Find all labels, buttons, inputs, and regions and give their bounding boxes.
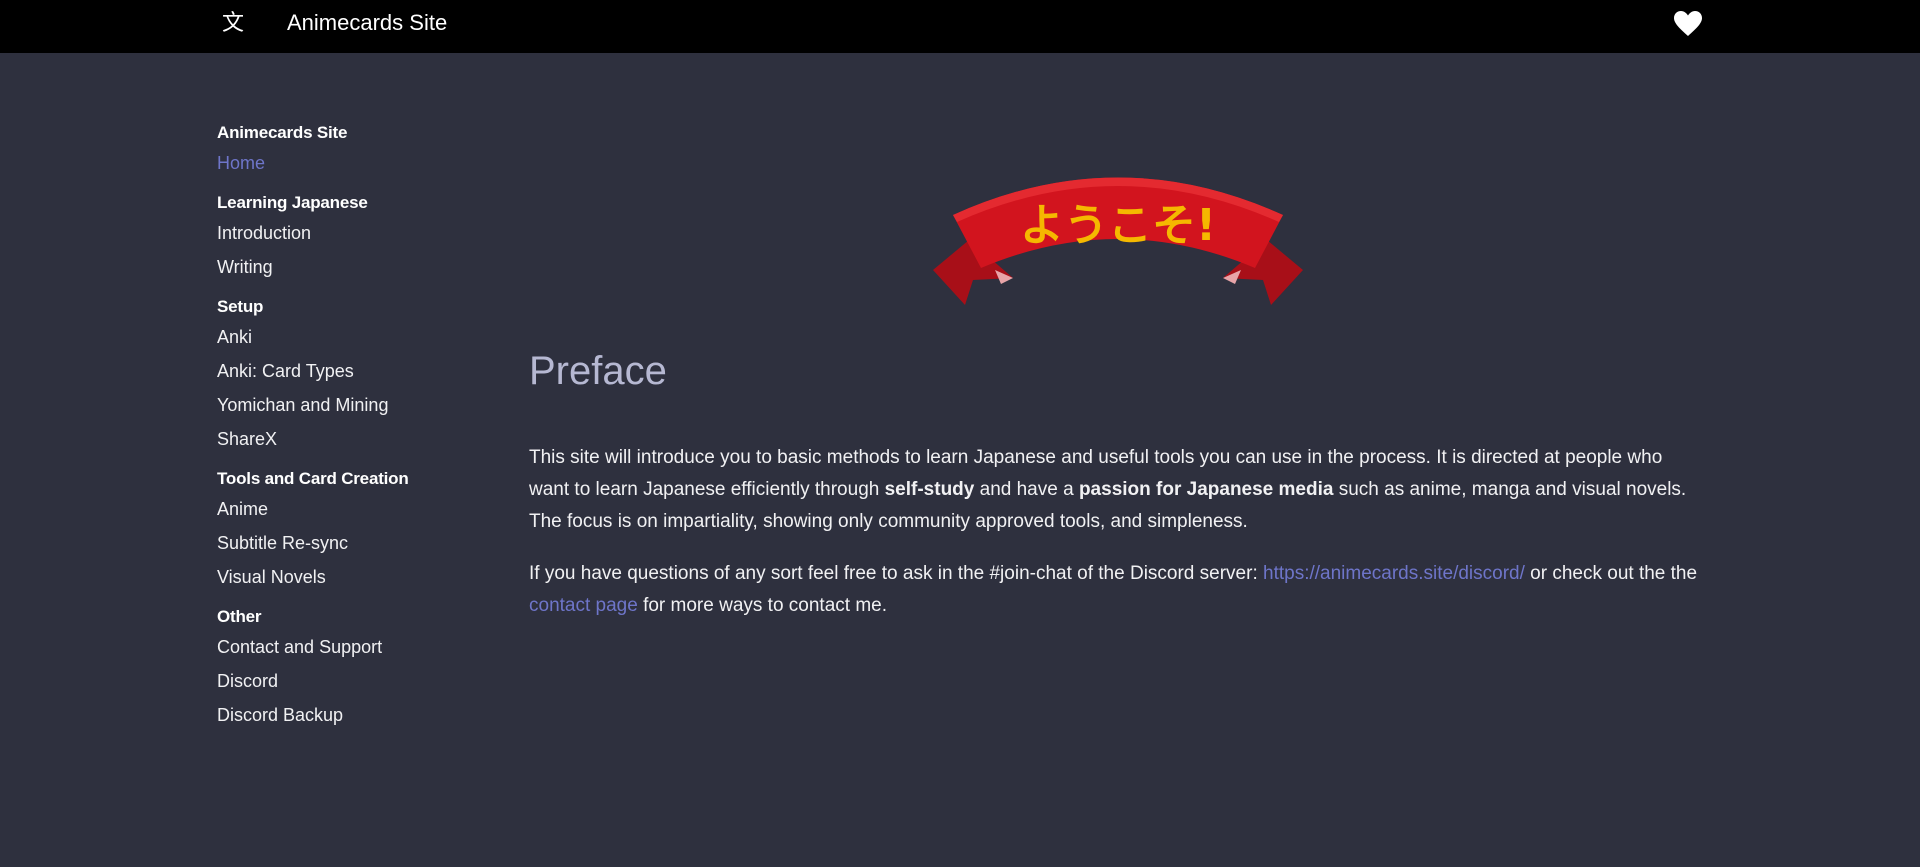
site-title-link[interactable]: Animecards Site bbox=[287, 9, 447, 37]
welcome-banner-image: ようこそ! bbox=[933, 177, 1303, 305]
discord-link[interactable]: https://animecards.site/discord/ bbox=[1263, 563, 1525, 584]
sidebar-item-anki[interactable]: Anki bbox=[217, 322, 497, 356]
sidebar-navigation: Animecards Site Home Learning Japanese I… bbox=[217, 118, 497, 740]
sidebar-item-anki-card-types[interactable]: Anki: Card Types bbox=[217, 356, 497, 390]
sidebar-item-yomichan-and-mining[interactable]: Yomichan and Mining bbox=[217, 390, 497, 424]
top-navigation-bar: 文 Animecards Site bbox=[0, 0, 1920, 53]
sidebar-item-discord[interactable]: Discord bbox=[217, 666, 497, 700]
contact-paragraph: If you have questions of any sort feel f… bbox=[529, 558, 1699, 622]
sidebar-section-tools: Tools and Card Creation Anime Subtitle R… bbox=[217, 464, 497, 596]
contact-text-1: If you have questions of any sort feel f… bbox=[529, 563, 1263, 584]
sidebar-item-visual-novels[interactable]: Visual Novels bbox=[217, 562, 497, 596]
sidebar-item-anime[interactable]: Anime bbox=[217, 494, 497, 528]
sidebar-heading: Other bbox=[217, 607, 262, 626]
sidebar-item-discord-backup[interactable]: Discord Backup bbox=[217, 700, 497, 734]
contact-page-link[interactable]: contact page bbox=[529, 595, 638, 616]
sidebar-item-contact-and-support[interactable]: Contact and Support bbox=[217, 632, 497, 666]
heart-icon[interactable] bbox=[1674, 11, 1702, 37]
sidebar-section-animecards-site: Animecards Site Home bbox=[217, 118, 497, 182]
sidebar-section-setup: Setup Anki Anki: Card Types Yomichan and… bbox=[217, 292, 497, 458]
intro-bold-self-study: self-study bbox=[884, 479, 975, 500]
intro-text-2: and have a bbox=[974, 479, 1079, 500]
sidebar-heading: Tools and Card Creation bbox=[217, 469, 409, 488]
page-heading-preface: Preface bbox=[529, 349, 667, 393]
intro-paragraph: This site will introduce you to basic me… bbox=[529, 442, 1699, 538]
welcome-banner-text: ようこそ! bbox=[1020, 200, 1216, 251]
sidebar-heading: Setup bbox=[217, 297, 264, 316]
sidebar-heading: Animecards Site bbox=[217, 123, 348, 142]
sidebar-item-sharex[interactable]: ShareX bbox=[217, 424, 497, 458]
contact-text-3: for more ways to contact me. bbox=[637, 595, 888, 616]
sidebar-item-writing[interactable]: Writing bbox=[217, 252, 497, 286]
sidebar-section-other: Other Contact and Support Discord Discor… bbox=[217, 602, 497, 734]
translate-icon[interactable]: 文 bbox=[220, 10, 246, 38]
main-content: ようこそ! Preface This site will introduce y… bbox=[529, 160, 1699, 622]
sidebar-item-home[interactable]: Home bbox=[217, 148, 497, 182]
sidebar-item-introduction[interactable]: Introduction bbox=[217, 218, 497, 252]
intro-bold-passion: passion for Japanese media bbox=[1078, 479, 1334, 500]
sidebar-item-subtitle-resync[interactable]: Subtitle Re-sync bbox=[217, 528, 497, 562]
sidebar-section-learning-japanese: Learning Japanese Introduction Writing bbox=[217, 188, 497, 286]
sidebar-heading: Learning Japanese bbox=[217, 193, 368, 212]
contact-text-2: or check out the the bbox=[1524, 563, 1698, 584]
